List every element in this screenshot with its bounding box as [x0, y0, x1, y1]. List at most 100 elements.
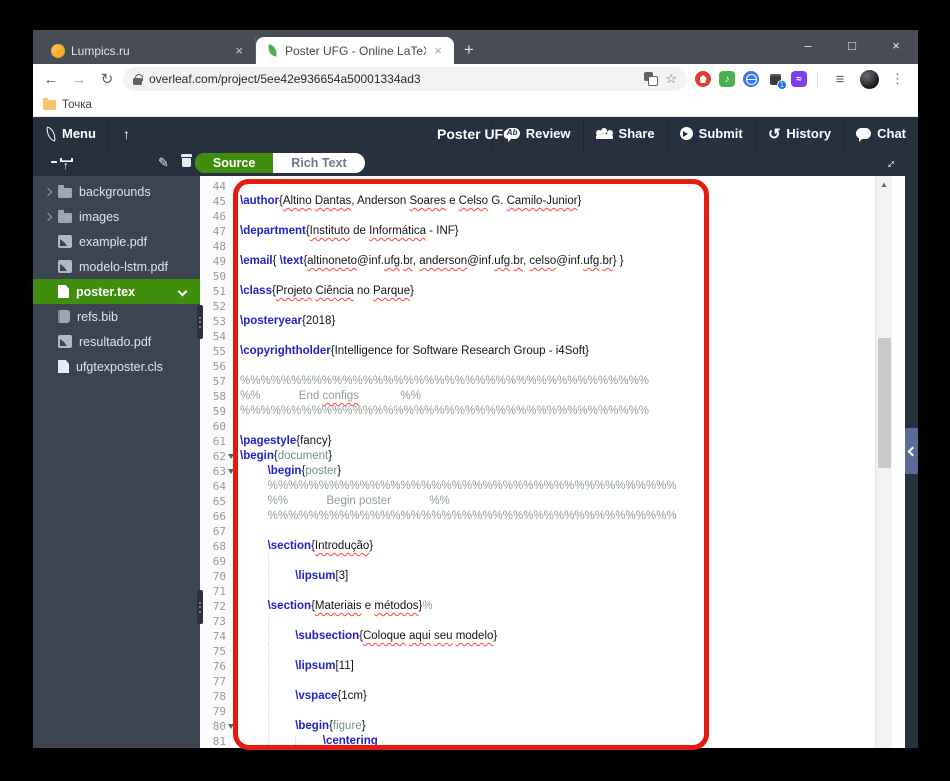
fullscreen-toggle-icon[interactable]: ↔ [880, 153, 900, 173]
code-line: \begin{poster} [267, 465, 342, 477]
tree-item-refs-bib[interactable]: refs.bib [33, 304, 200, 329]
purple-extension-icon[interactable] [791, 71, 807, 87]
tree-item-example-pdf[interactable]: example.pdf [33, 229, 200, 254]
code-lines[interactable]: \author{Altino Dantas, Anderson Soares e… [233, 176, 905, 748]
tab-rich-text[interactable]: Rich Text [273, 153, 364, 173]
panel-splitter [905, 176, 918, 748]
editor-toolbar: ✎ Source Rich Text ↔ [33, 150, 918, 176]
chevron-right-icon[interactable] [43, 212, 53, 221]
splitter-handle[interactable] [905, 428, 918, 474]
code-line [240, 644, 905, 659]
review-icon [504, 128, 520, 142]
cls-file-icon [58, 360, 69, 373]
chat-button[interactable]: Chat [844, 117, 918, 150]
scrollbar-thumb[interactable] [878, 338, 891, 468]
extension-badge: 1 [777, 80, 787, 90]
playlist-icon[interactable]: ≡ [828, 71, 852, 88]
back-button[interactable]: ← [39, 71, 63, 88]
chat-icon [856, 128, 872, 142]
code-line: \department{Instituto de Informática - I… [240, 225, 459, 237]
image-file-icon [58, 335, 72, 348]
code-editor[interactable]: 44 45 46 47 48 49 50 51 52 53 54 55 56 57 58 59 60 61 62 63… [200, 176, 905, 748]
history-icon: ↻ [767, 125, 781, 143]
reload-button[interactable]: ↻ [95, 70, 119, 88]
submit-label: Submit [698, 126, 743, 141]
adblock-extension-icon[interactable] [695, 71, 711, 87]
file-name: refs.bib [77, 309, 118, 324]
bookmark-item[interactable]: Точка [62, 99, 92, 111]
forward-button[interactable]: → [67, 71, 91, 88]
tab-close-icon[interactable]: × [233, 43, 245, 58]
tree-item-images[interactable]: images [33, 204, 200, 229]
tab-overleaf[interactable]: Poster UFG - Online LaTeX Editor × [256, 37, 454, 64]
tree-item-resultado-pdf[interactable]: resultado.pdf [33, 329, 200, 354]
tree-item-poster-tex[interactable]: poster.tex [33, 279, 200, 304]
code-line: \section{Introdução} [267, 540, 374, 552]
chevron-right-icon[interactable] [43, 187, 53, 196]
code-line [240, 704, 905, 719]
sidebar-drag-handle-lower[interactable] [197, 590, 203, 624]
code-line [240, 674, 905, 689]
scroll-up-icon[interactable]: ▲ [880, 180, 888, 189]
tab-label: Lumpics.ru [71, 43, 130, 58]
menu-button[interactable]: Menu [33, 117, 108, 150]
file-name: poster.tex [76, 284, 136, 299]
browser-menu-icon[interactable]: ⋮ [887, 71, 908, 87]
window-controls: – □ × [786, 30, 918, 60]
code-line: \lipsum[11] [240, 659, 905, 674]
lumpics-favicon [51, 43, 65, 58]
cube-extension-icon[interactable]: 1 [767, 71, 787, 90]
submit-button[interactable]: Submit [668, 117, 755, 150]
file-name: modelo-lstm.pdf [79, 259, 168, 274]
new-tab-button[interactable]: + [464, 40, 474, 60]
tree-item-backgrounds[interactable]: backgrounds [33, 179, 200, 204]
close-button[interactable]: × [874, 38, 918, 53]
browser-tab-bar: Lumpics.ru × Poster UFG - Online LaTeX E… [33, 30, 918, 64]
tree-item-ufgtexposter-cls[interactable]: ufgtexposter.cls [33, 354, 200, 379]
profile-avatar[interactable] [860, 69, 879, 89]
globe-extension-icon[interactable] [743, 71, 759, 87]
history-label: History [786, 126, 832, 141]
overleaf-header: Menu ↑ Poster UFG Review Share S [33, 117, 918, 150]
maximize-button[interactable]: □ [830, 38, 874, 53]
tab-lumpics[interactable]: Lumpics.ru × [41, 37, 256, 64]
history-button[interactable]: ↻ History [756, 117, 843, 150]
code-line: \copyrightholder{Intelligence for Softwa… [240, 345, 589, 357]
chevron-down-icon[interactable] [177, 286, 188, 297]
tex-file-icon [58, 285, 69, 298]
back-to-projects-icon[interactable]: ↑ [109, 126, 144, 142]
code-line: \class{Projeto Ciência no Parque} [240, 285, 414, 297]
tree-item-modelo-lstm-pdf[interactable]: modelo-lstm.pdf [33, 254, 200, 279]
code-line: \pagestyle{fancy} [240, 435, 332, 447]
share-label: Share [618, 126, 655, 141]
share-button[interactable]: Share [584, 117, 667, 150]
code-line: %%%%%%%%%%%%%%%%%%%%%%%%%%%%%%%%%%%%%%%% [267, 480, 677, 492]
code-line: %% End configs %% [240, 390, 421, 402]
code-line: %%%%%%%%%%%%%%%%%%%%%%%%%%%%%%%%%%%%%%%% [267, 510, 677, 522]
tab-source[interactable]: Source [194, 153, 274, 173]
tab-close-icon[interactable]: × [432, 43, 444, 58]
rename-button[interactable]: ✎ [158, 155, 169, 171]
editor-scrollbar[interactable]: ▲ [875, 176, 892, 748]
bookmark-star-icon[interactable]: ☆ [665, 71, 677, 87]
minimize-button[interactable]: – [786, 38, 830, 53]
sidebar-drag-handle[interactable] [197, 305, 203, 339]
divider [817, 71, 818, 87]
music-extension-icon[interactable] [719, 71, 735, 87]
address-bar[interactable]: overleaf.com/project/5ee42e936654a500013… [123, 67, 687, 91]
menu-label: Menu [62, 126, 96, 141]
main-area: backgrounds images example.pdf modelo-ls… [33, 176, 918, 748]
file-tree: backgrounds images example.pdf modelo-ls… [33, 176, 203, 748]
translate-icon[interactable] [644, 72, 659, 86]
code-line: \section{Materiais e métodos}% [267, 600, 433, 612]
share-icon [595, 128, 613, 139]
review-button[interactable]: Review [493, 117, 583, 150]
image-file-icon [58, 235, 72, 248]
bookmark-folder-icon [43, 98, 56, 110]
